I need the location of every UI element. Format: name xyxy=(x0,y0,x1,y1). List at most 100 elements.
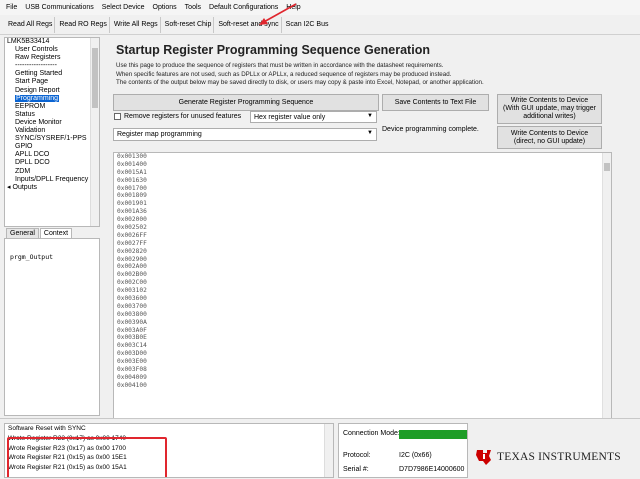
soft-reset-and-sync-button[interactable]: Soft-reset and sync xyxy=(216,16,282,33)
menu-select-device[interactable]: Select Device xyxy=(102,4,145,11)
toolbar: Read All Regs Read RO Regs Write All Reg… xyxy=(0,15,640,35)
chevron-down-icon: ▼ xyxy=(367,130,373,136)
chevron-down-icon: ▼ xyxy=(367,113,373,119)
menu-usb-communications[interactable]: USB Communications xyxy=(25,4,93,11)
connection-panel: Connection Mode: USB2ANY Protocol: I2C (… xyxy=(338,423,468,478)
log-scrollbar[interactable] xyxy=(324,424,333,477)
save-to-text-file-button[interactable]: Save Contents to Text File xyxy=(382,94,489,111)
format-select-value: Hex register value only xyxy=(254,113,326,121)
tree-item-user-controls[interactable]: User Controls xyxy=(5,46,99,54)
output-line: 0x002A00 xyxy=(117,263,147,271)
bottom-panel: Software Reset with SYNC Wrote Register … xyxy=(0,418,640,479)
soft-reset-chip-button[interactable]: Soft-reset Chip xyxy=(163,16,215,33)
output-line: 0x002B00 xyxy=(117,271,147,279)
tree-item-start-page[interactable]: Start Page xyxy=(5,78,99,86)
output-line: 0x002502 xyxy=(117,224,147,232)
output-lines: 0x001300 0x001400 0x0015A1 0x001630 0x001700… xyxy=(114,153,611,390)
output-line: 0x001400 xyxy=(117,160,147,168)
log-highlight-box xyxy=(7,437,167,477)
output-line: 0x002000 xyxy=(117,216,147,224)
output-line: 0x003B0E xyxy=(117,334,147,342)
read-ro-regs-button[interactable]: Read RO Regs xyxy=(57,16,110,33)
tree-item-inputs-dpll-frequency[interactable]: Inputs/DPLL Frequency xyxy=(5,176,99,184)
tree-scrollbar[interactable] xyxy=(90,38,99,226)
tree-scroll-thumb[interactable] xyxy=(92,48,98,108)
main-panel: Startup Register Programming Sequence Ge… xyxy=(106,37,640,420)
log-line: Software Reset with SYNC xyxy=(8,425,86,432)
tree-item-sync-sysref[interactable]: SYNC/SYSREF/1-PPS xyxy=(5,135,99,143)
format-select[interactable]: Hex register value only ▼ xyxy=(250,111,377,123)
menu-options[interactable]: Options xyxy=(153,4,177,11)
serial-label: Serial #: xyxy=(343,466,369,473)
output-line: 0x0026FF xyxy=(117,231,147,239)
output-line: 0x001700 xyxy=(117,184,147,192)
output-line: 0x00390A xyxy=(117,318,147,326)
page-title: Startup Register Programming Sequence Ge… xyxy=(116,43,430,57)
mode-select[interactable]: Register map programming ▼ xyxy=(113,128,377,141)
menu-file[interactable]: File xyxy=(6,4,17,11)
output-scroll-thumb[interactable] xyxy=(604,163,610,171)
write-all-regs-button[interactable]: Write All Regs xyxy=(112,16,161,33)
output-line: 0x003102 xyxy=(117,287,147,295)
page-description: Use this page to produce the sequence of… xyxy=(116,62,546,88)
tree-item-zdm[interactable]: ZDM xyxy=(5,168,99,176)
tree-item-dpll-dco[interactable]: DPLL DCO xyxy=(5,159,99,167)
output-line: 0x003C14 xyxy=(117,342,147,350)
tree-item-programming[interactable]: Programming xyxy=(5,94,99,103)
output-line: 0x004009 xyxy=(117,373,147,381)
tree-item-design-report[interactable]: Design Report xyxy=(5,87,99,95)
output-line: 0x003D00 xyxy=(117,350,147,358)
write-direct-button[interactable]: Write Contents to Device (direct, no GUI… xyxy=(497,126,602,149)
generate-sequence-button[interactable]: Generate Register Programming Sequence xyxy=(113,94,379,111)
output-line: 0x003E00 xyxy=(117,358,147,366)
output-line: 0x001809 xyxy=(117,192,147,200)
context-text: prgm_Output xyxy=(10,253,54,261)
ti-brand-text: TEXAS INSTRUMENTS xyxy=(497,451,621,463)
menu-default-configurations[interactable]: Default Configurations xyxy=(209,4,278,11)
output-line: 0x0015A1 xyxy=(117,168,147,176)
ti-logo: TEXAS INSTRUMENTS xyxy=(474,447,621,467)
description-line: Use this page to produce the sequence of… xyxy=(116,62,444,69)
tree-item-getting-started[interactable]: Getting Started xyxy=(5,70,99,78)
protocol-value: I2C (0x66) xyxy=(399,452,432,459)
output-line: 0x001901 xyxy=(117,200,147,208)
context-panel: prgm_Output xyxy=(4,238,100,416)
tree-item-raw-registers[interactable]: Raw Registers xyxy=(5,54,99,62)
tree-item-gpio[interactable]: GPIO xyxy=(5,143,99,151)
output-line: 0x0027FF xyxy=(117,239,147,247)
expand-arrow-icon[interactable]: ◂ xyxy=(7,184,11,191)
tree-item-apll-dco[interactable]: APLL DCO xyxy=(5,151,99,159)
write-with-gui-update-button[interactable]: Write Contents to Device (With GUI updat… xyxy=(497,94,602,124)
read-all-regs-button[interactable]: Read All Regs xyxy=(6,16,56,33)
protocol-label: Protocol: xyxy=(343,452,371,459)
description-line: When specific features are not used, suc… xyxy=(116,70,452,78)
log-panel: Software Reset with SYNC Wrote Register … xyxy=(4,423,334,478)
output-scrollbar[interactable] xyxy=(602,153,611,419)
description-line: The contents of the output below may be … xyxy=(116,79,484,86)
output-line: 0x003A0F xyxy=(117,326,147,334)
tree-separator: ------------------ xyxy=(15,62,57,70)
tree-item-validation[interactable]: Validation xyxy=(5,127,99,135)
tree-root[interactable]: LMK5B33414 xyxy=(5,38,99,46)
menu-bar: File USB Communications Select Device Op… xyxy=(0,0,640,15)
scan-i2c-bus-button[interactable]: Scan I2C Bus xyxy=(284,17,331,33)
remove-unused-label: Remove registers for unused features xyxy=(124,113,242,120)
connection-mode-badge: USB2ANY xyxy=(399,430,467,439)
remove-unused-row[interactable]: Remove registers for unused features xyxy=(114,113,241,120)
output-line: 0x001630 xyxy=(117,176,147,184)
output-line: 0x002820 xyxy=(117,247,147,255)
output-line: 0x001300 xyxy=(117,153,147,160)
tree-item-status[interactable]: Status xyxy=(5,111,99,119)
mode-select-value: Register map programming xyxy=(117,131,202,138)
output-line: 0x003F08 xyxy=(117,366,147,374)
tree-item-outputs[interactable]: ◂ Outputs xyxy=(5,184,99,192)
output-line: 0x003700 xyxy=(117,302,147,310)
tree-item-eeprom[interactable]: EEPROM xyxy=(5,103,99,111)
tree-item-device-monitor[interactable]: Device Monitor xyxy=(5,119,99,127)
connection-mode-label: Connection Mode: xyxy=(343,430,400,437)
output-line: 0x002C00 xyxy=(117,279,147,287)
menu-tools[interactable]: Tools xyxy=(185,4,201,11)
remove-unused-checkbox[interactable] xyxy=(114,113,121,120)
menu-help[interactable]: Help xyxy=(286,4,300,11)
output-textbox[interactable]: 0x001300 0x001400 0x0015A1 0x001630 0x001700… xyxy=(113,152,612,420)
